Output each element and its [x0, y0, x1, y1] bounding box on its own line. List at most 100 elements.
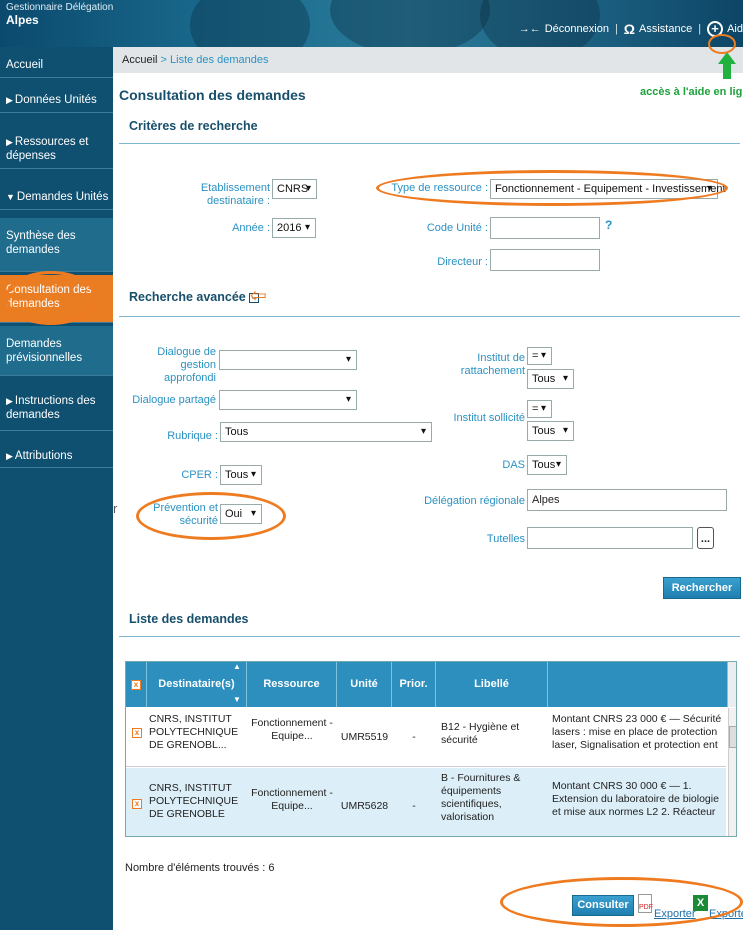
code-label: Code Unité : [426, 222, 488, 234]
tutelles-label: Tutelles [486, 533, 525, 545]
institut-soll-op-select[interactable]: = [527, 400, 552, 418]
sidebar-item-label: Données Unités [14, 94, 97, 106]
left-arrow-icon: ⇦ [250, 285, 267, 307]
delegation-input[interactable]: Alpes [527, 489, 727, 511]
expand-triangle-icon: ▶ [6, 451, 13, 461]
scrollbar-header [728, 662, 736, 707]
search-button[interactable]: Rechercher [663, 577, 741, 599]
etab-label: Etablissement destinataire : [200, 182, 270, 207]
code-unite-input[interactable] [490, 217, 600, 239]
institut-ratt-select[interactable]: Tous [527, 369, 574, 389]
dialogue-partage-label: Dialogue partagé [132, 394, 216, 406]
institut-ratt-value: Tous [532, 373, 556, 385]
section-divider [119, 316, 740, 317]
annee-select[interactable]: 2016 [272, 218, 316, 238]
rubrique-label: Rubrique : [167, 430, 218, 442]
help-link[interactable]: Aid [727, 23, 743, 35]
assistance-link[interactable]: Assistance [639, 23, 692, 35]
select-all-checkbox[interactable]: x [131, 680, 141, 690]
tutelles-picker-button[interactable]: ... [697, 527, 714, 549]
sidebar-item-label: Accueil [6, 59, 44, 71]
das-label: DAS [502, 459, 525, 471]
institut-ratt-op: = [532, 350, 539, 362]
scrollbar-thumb[interactable] [729, 726, 736, 748]
institut-ratt-op-select[interactable]: = [527, 347, 552, 365]
col-unite[interactable]: Unité [337, 662, 392, 707]
cper-select[interactable]: Tous [220, 465, 262, 485]
breadcrumb-sep: > [157, 54, 171, 66]
institut-soll-label: Institut sollicité [453, 412, 525, 424]
cell-libelle: B - Fournitures & équipements scientifiq… [441, 772, 521, 823]
header-separator: | [614, 23, 618, 35]
col-description[interactable] [548, 662, 728, 707]
sidebar-item-donnees-unites[interactable]: ▶ Données Unités [0, 87, 113, 113]
row-checkbox[interactable]: x [132, 728, 142, 738]
tutelles-input[interactable] [527, 527, 693, 549]
sidebar-item-label: Ressources et dépenses [6, 136, 89, 162]
sidebar-item-instructions[interactable]: ▶ Instructions des demandes [0, 389, 113, 431]
rubrique-select[interactable]: Tous [220, 422, 432, 442]
list-title: Liste des demandes [129, 612, 249, 626]
etab-value: CNRS [277, 183, 309, 195]
institut-soll-select[interactable]: Tous [527, 421, 574, 441]
help-note: accès à l'aide en ligne [640, 86, 743, 98]
etab-select[interactable]: CNRS [272, 179, 317, 199]
cell-description: Montant CNRS 23 000 € — Sécurité lasers … [552, 713, 722, 751]
cell-libelle: B12 - Hygiène et sécurité [441, 721, 520, 746]
sidebar-item-label: Attributions [14, 450, 73, 462]
highlight-oval [5, 271, 97, 325]
sidebar-item-previsionnelles[interactable]: Demandes prévisionnelles [0, 326, 113, 376]
result-count: Nombre d'éléments trouvés : 6 [125, 862, 275, 874]
app-header: Gestionnaire Délégation Alpes →← Déconne… [0, 0, 743, 47]
org-block: Gestionnaire Délégation Alpes [6, 2, 113, 26]
select-all-header[interactable]: x [126, 662, 147, 707]
das-select[interactable]: Tous [527, 455, 567, 475]
page-title: Consultation des demandes [119, 87, 306, 103]
collapse-triangle-icon: ▼ [6, 192, 15, 202]
expand-triangle-icon: ▶ [6, 396, 13, 406]
dialogue-partage-select[interactable] [219, 390, 357, 410]
directeur-input[interactable] [490, 249, 600, 271]
sidebar-item-ressources[interactable]: ▶ Ressources et dépenses [0, 131, 113, 169]
rubrique-value: Tous [225, 426, 249, 438]
cropped-text-fragment: r [113, 501, 118, 516]
highlight-oval [376, 170, 728, 206]
logout-icon: →← [518, 23, 541, 35]
row-checkbox[interactable]: x [132, 799, 142, 809]
dialogue-gestion-select[interactable] [219, 350, 357, 370]
cper-label: CPER : [181, 469, 218, 481]
cell-prior: - [412, 731, 416, 743]
sidebar-item-accueil[interactable]: Accueil [0, 53, 113, 78]
advanced-title: Recherche avancée − [129, 290, 260, 304]
highlight-oval [708, 34, 736, 54]
help-question-icon[interactable]: ? [605, 218, 612, 232]
col-libelle[interactable]: Libellé [436, 662, 548, 707]
cell-destinataire: CNRS, INSTITUT POLYTECHNIQUE DE GRENOBLE [149, 782, 239, 820]
col-prior[interactable]: Prior. [392, 662, 436, 707]
org-title: Gestionnaire Délégation [6, 2, 114, 13]
header-separator: | [698, 23, 702, 35]
cell-prior: - [412, 800, 416, 812]
col-ressource[interactable]: Ressource [247, 662, 337, 707]
logout-link[interactable]: Déconnexion [545, 23, 609, 35]
institut-soll-op: = [532, 403, 539, 415]
dialogue-gestion-label: Dialogue de gestion approfondi [157, 346, 216, 384]
sidebar-item-synthese[interactable]: Synthèse des demandes [0, 218, 113, 272]
institut-soll-value: Tous [532, 425, 556, 437]
sort-asc-icon[interactable]: ▲ [233, 663, 241, 671]
up-arrow-shaft [723, 63, 731, 79]
headset-icon: Ω [623, 21, 636, 37]
directeur-label: Directeur : [437, 256, 488, 268]
breadcrumb: Accueil > Liste des demandes [113, 47, 743, 73]
sidebar-item-demandes-unites[interactable]: ▼ Demandes Unités [0, 184, 113, 210]
sidebar-item-attributions[interactable]: ▶ Attributions [0, 444, 113, 468]
cell-ressource: Fonctionnement - Equipe... [251, 717, 333, 742]
sort-desc-icon[interactable]: ▼ [233, 696, 241, 704]
col-destinataire[interactable]: Destinataire(s) [147, 662, 247, 707]
sidebar-item-label: Demandes Unités [16, 191, 109, 203]
das-value: Tous [532, 459, 556, 471]
cper-value: Tous [225, 469, 249, 481]
breadcrumb-home[interactable]: Accueil [122, 54, 157, 66]
sidebar-item-label: Instructions des demandes [6, 395, 96, 421]
delegation-label: Délégation régionale [424, 495, 525, 507]
